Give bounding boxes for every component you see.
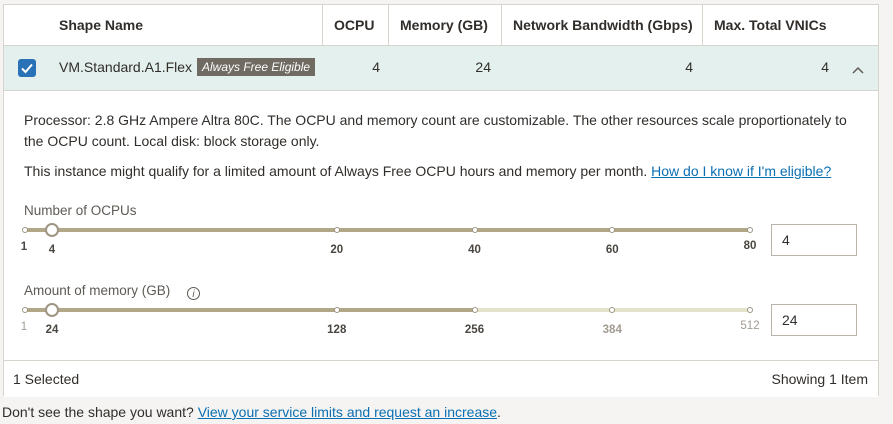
slider-tick	[609, 227, 616, 233]
row-memory: 24	[475, 59, 491, 75]
column-header-memory[interactable]: Memory (GB)	[400, 5, 488, 45]
slider-tick	[747, 307, 753, 313]
slider-thumb[interactable]	[45, 303, 59, 317]
slider-tick-label: 24	[45, 324, 59, 336]
slider-thumb[interactable]	[45, 223, 59, 237]
slider-tick	[471, 307, 478, 313]
table-row[interactable]: VM.Standard.A1.Flex Always Free Eligible…	[4, 46, 878, 90]
free-tier-note: This instance might qualify for a limite…	[24, 163, 648, 179]
ocpu-slider-label: Number of OCPUs	[24, 203, 137, 218]
slider-tick-label: 4	[48, 244, 56, 256]
memory-slider-label: Amount of memory (GB)	[24, 283, 171, 298]
eligibility-link[interactable]: How do I know if I'm eligible?	[651, 163, 831, 179]
slider-tick	[333, 307, 340, 313]
service-limits-note: Don't see the shape you want? View your …	[2, 404, 501, 420]
row-ocpu: 4	[372, 59, 380, 75]
shapes-table: Shape Name OCPU Memory (GB) Network Band…	[3, 4, 879, 397]
shape-detail-panel: Processor: 2.8 GHz Ampere Altra 80C. The…	[4, 90, 878, 361]
slider-tick-min	[22, 307, 28, 313]
slider-tick-label: 256	[464, 324, 485, 336]
slider-tick-label: 60	[605, 244, 619, 256]
slider-track-allowed	[26, 228, 750, 232]
slider-tick-label: 40	[468, 244, 481, 256]
processor-text-line1: Processor: 2.8 GHz Ampere Altra 80C. The…	[24, 112, 847, 128]
row-checkbox[interactable]	[18, 59, 36, 77]
missing-shape-text: Don't see the shape you want?	[2, 404, 194, 420]
slider-tick	[333, 227, 340, 233]
row-vnics: 4	[821, 59, 829, 75]
ocpu-input[interactable]	[771, 224, 857, 256]
table-footer: 1 Selected Showing 1 Item	[4, 360, 878, 397]
slider-tick-label: 20	[330, 244, 344, 256]
selected-count: 1 Selected	[13, 371, 80, 387]
slider-tick	[747, 227, 753, 233]
column-header-shape-name[interactable]: Shape Name	[59, 5, 143, 45]
column-header-bandwidth[interactable]: Network Bandwidth (Gbps)	[513, 5, 693, 45]
info-icon[interactable]: i	[187, 287, 200, 300]
memory-input[interactable]	[771, 304, 857, 336]
table-header: Shape Name OCPU Memory (GB) Network Band…	[4, 5, 878, 46]
slider-min-label: 1	[20, 241, 28, 253]
slider-tick	[609, 307, 616, 313]
column-header-vnics[interactable]: Max. Total VNICs	[714, 5, 827, 45]
row-bandwidth: 4	[685, 59, 693, 75]
chevron-up-icon[interactable]	[852, 61, 864, 79]
service-limits-link[interactable]: View your service limits and request an …	[198, 404, 497, 420]
column-header-ocpu[interactable]: OCPU	[334, 5, 374, 45]
period: .	[497, 404, 501, 420]
shape-name: VM.Standard.A1.Flex	[59, 59, 193, 75]
processor-text-line2: the OCPU count. Local disk: block storag…	[24, 133, 320, 149]
slider-tick	[471, 227, 478, 233]
slider-tick-label: 512	[740, 320, 760, 332]
slider-tick-label: 80	[743, 240, 757, 252]
slider-tick-label: 384	[602, 324, 622, 336]
always-free-badge: Always Free Eligible	[197, 58, 316, 76]
slider-tick-label: 128	[327, 324, 347, 336]
slider-tick-min	[22, 227, 28, 233]
item-count: Showing 1 Item	[771, 371, 869, 387]
slider-track-allowed	[26, 308, 475, 312]
checkmark-icon	[21, 63, 33, 74]
free-tier-text: This instance might qualify for a limite…	[24, 161, 831, 182]
slider-min-label: 1	[20, 321, 28, 333]
